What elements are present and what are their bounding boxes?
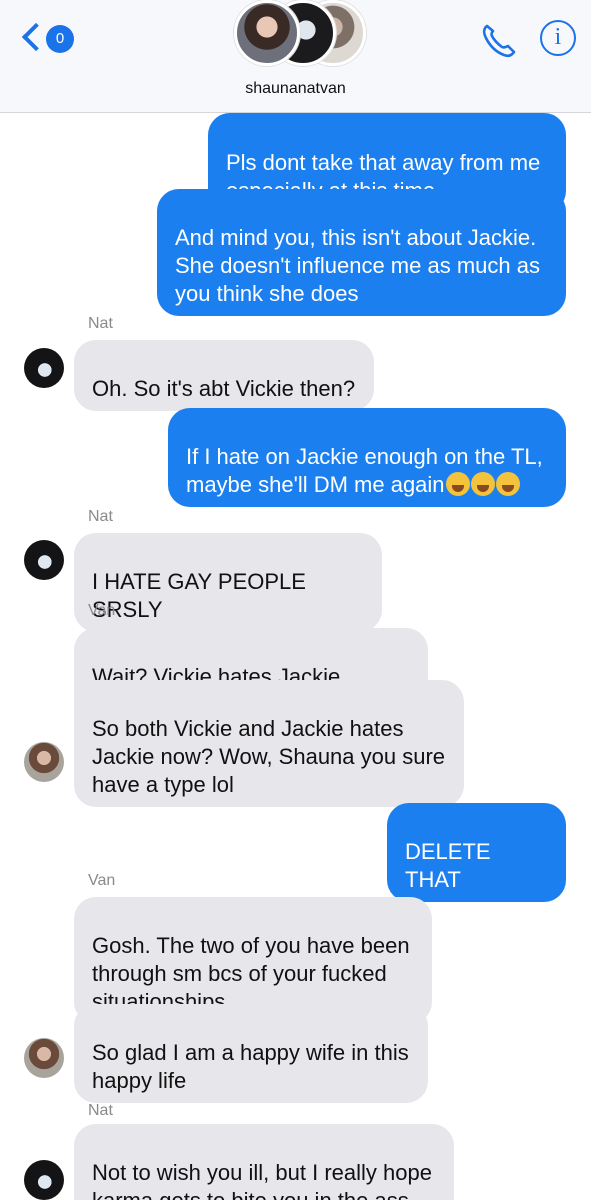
sender-name: Nat bbox=[88, 508, 113, 525]
group-avatar-stack[interactable] bbox=[234, 0, 374, 68]
avatar bbox=[24, 540, 64, 580]
message-text: Gosh. The two of you have been through s… bbox=[92, 933, 410, 1014]
received-message[interactable]: Not to wish you ill, but I really hope k… bbox=[74, 1124, 454, 1200]
sender-name: Nat bbox=[88, 1102, 113, 1119]
back-button[interactable]: 0 bbox=[21, 22, 78, 54]
avatar bbox=[24, 1160, 64, 1200]
conversation-header: 0 shaunanatvan i bbox=[0, 0, 591, 113]
sent-message[interactable]: If I hate on Jackie enough on the TL, ma… bbox=[168, 408, 573, 507]
sent-message[interactable]: And mind you, this isn't about Jackie. S… bbox=[157, 189, 573, 316]
received-message[interactable]: I HATE GAY PEOPLE SRSLY bbox=[67, 533, 382, 632]
crying-face-emoji-icon bbox=[445, 472, 520, 497]
avatar bbox=[24, 742, 64, 782]
avatar bbox=[234, 0, 300, 66]
received-message[interactable]: So both Vickie and Jackie hates Jackie n… bbox=[67, 680, 464, 807]
message-text: Oh. So it's abt Vickie then? bbox=[92, 376, 356, 401]
info-button[interactable]: i bbox=[540, 20, 576, 56]
sender-name: Van bbox=[88, 602, 116, 619]
unread-count-badge: 0 bbox=[46, 25, 74, 53]
avatar bbox=[24, 1038, 64, 1078]
phone-icon bbox=[482, 24, 516, 58]
sender-name: Van bbox=[88, 872, 116, 889]
message-text: Not to wish you ill, but I really hope k… bbox=[92, 1160, 432, 1200]
received-message[interactable]: Oh. So it's abt Vickie then? bbox=[67, 340, 374, 411]
message-text: So both Vickie and Jackie hates Jackie n… bbox=[92, 716, 446, 797]
avatar bbox=[24, 348, 64, 388]
message-text: DELETE THAT bbox=[405, 839, 491, 892]
sent-message[interactable]: DELETE THAT bbox=[387, 803, 573, 902]
message-text: I HATE GAY PEOPLE SRSLY bbox=[92, 569, 306, 622]
sender-name: Nat bbox=[88, 315, 113, 332]
message-text: So glad I am a happy wife in this happy … bbox=[92, 1040, 409, 1093]
received-message[interactable]: So glad I am a happy wife in this happy … bbox=[67, 1004, 428, 1103]
message-text: And mind you, this isn't about Jackie. S… bbox=[175, 225, 540, 306]
group-name[interactable]: shaunanatvan bbox=[0, 80, 591, 98]
phone-button[interactable] bbox=[478, 20, 518, 60]
